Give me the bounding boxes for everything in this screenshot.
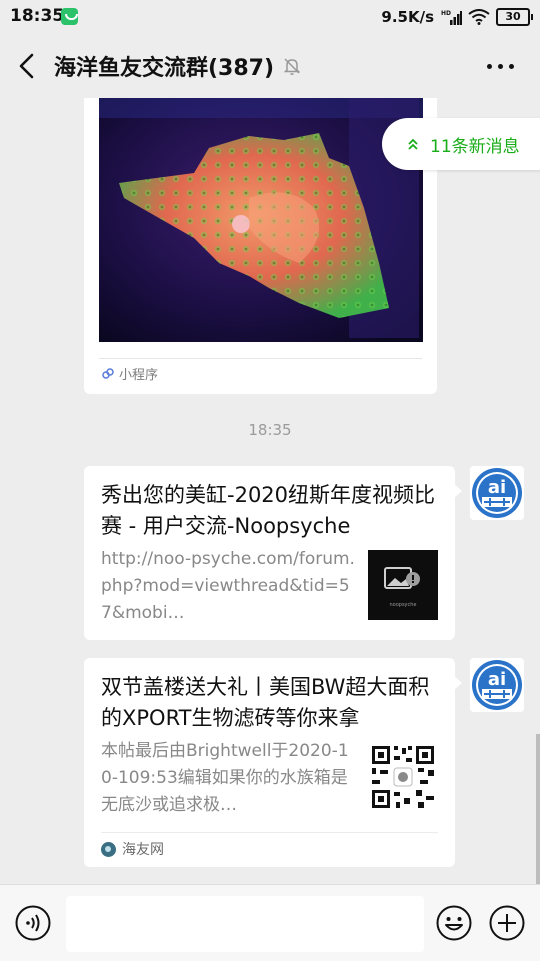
avatar-logo-icon: ai xyxy=(470,466,524,520)
thumbnail-caption: noopsyche xyxy=(389,602,416,608)
status-indicators: 9.5K/s HD 30 xyxy=(381,6,533,28)
wifi-icon xyxy=(468,9,490,25)
notification-app-icon xyxy=(61,8,78,25)
new-messages-pill[interactable]: 11条新消息 xyxy=(382,118,540,170)
coral-photo xyxy=(99,98,423,342)
network-speed: 9.5K/s xyxy=(381,8,434,26)
mini-program-label: 小程序 xyxy=(101,364,158,383)
message-text-input[interactable] xyxy=(66,896,424,952)
more-options-button[interactable] xyxy=(487,64,514,69)
chat-title: 海洋鱼友交流群(387) xyxy=(54,56,275,81)
link-source: 海友网 xyxy=(101,839,164,859)
svg-text:ai: ai xyxy=(488,477,506,498)
dot-icon xyxy=(487,64,492,69)
mute-bell-icon xyxy=(283,58,301,75)
site-logo-icon xyxy=(101,841,116,857)
scrollbar-thumb[interactable] xyxy=(536,734,540,884)
dot-icon xyxy=(498,64,503,69)
hd-label: HD xyxy=(441,10,451,17)
more-functions-button[interactable] xyxy=(489,905,525,941)
card-divider xyxy=(99,358,422,359)
link-source-name: 海友网 xyxy=(122,842,164,858)
emoji-button[interactable] xyxy=(436,905,472,941)
coral-image xyxy=(99,98,423,342)
card-divider xyxy=(101,832,438,833)
link-title: 双节盖楼送大礼丨美国BW超大面积的XPORT生物滤砖等你来拿 xyxy=(101,675,430,730)
link-card[interactable]: 双节盖楼送大礼丨美国BW超大面积的XPORT生物滤砖等你来拿 本帖最后由Brig… xyxy=(84,658,462,867)
mini-program-text: 小程序 xyxy=(119,368,159,383)
battery-icon: 30 xyxy=(496,8,533,26)
link-title: 秀出您的美缸-2020纽斯年度视频比赛 - 用户交流-Noopsyche xyxy=(101,483,436,538)
svg-text:ai: ai xyxy=(488,669,506,690)
chat-message-list[interactable]: 小程序 11条新消息 18:35 ai 秀出您的美缸-2020纽斯年度视频比赛 … xyxy=(0,98,540,884)
back-arrow-icon[interactable] xyxy=(14,52,40,80)
sender-avatar[interactable]: ai xyxy=(470,466,524,520)
double-chevron-up-icon xyxy=(408,138,418,150)
message-input-bar xyxy=(0,884,540,961)
status-time: 18:35 xyxy=(10,6,65,26)
image-placeholder-icon: noopsyche xyxy=(384,567,420,608)
status-bar: 18:35 9.5K/s HD 30 xyxy=(0,0,540,34)
avatar-logo-icon: ai xyxy=(470,658,524,712)
qr-code-thumbnail xyxy=(368,742,438,812)
link-card[interactable]: 秀出您的美缸-2020纽斯年度视频比赛 - 用户交流-Noopsyche htt… xyxy=(84,466,462,640)
sender-avatar[interactable]: ai xyxy=(470,658,524,712)
dot-icon xyxy=(509,64,514,69)
link-thumbnail: noopsyche xyxy=(368,550,438,620)
qr-code-icon xyxy=(368,742,438,812)
link-description: 本帖最后由Brightwell于2020-10-109:53编辑如果你的水族箱是… xyxy=(101,741,349,815)
mini-program-icon xyxy=(102,367,114,379)
new-messages-label: 11条新消息 xyxy=(430,136,520,157)
signal-icon: HD xyxy=(441,10,462,25)
chat-header: 海洋鱼友交流群(387) xyxy=(0,34,540,98)
message-timestamp: 18:35 xyxy=(248,421,292,439)
link-description: http://noo-psyche.com/forum.php?mod=view… xyxy=(101,549,355,623)
voice-input-button[interactable] xyxy=(15,905,51,941)
